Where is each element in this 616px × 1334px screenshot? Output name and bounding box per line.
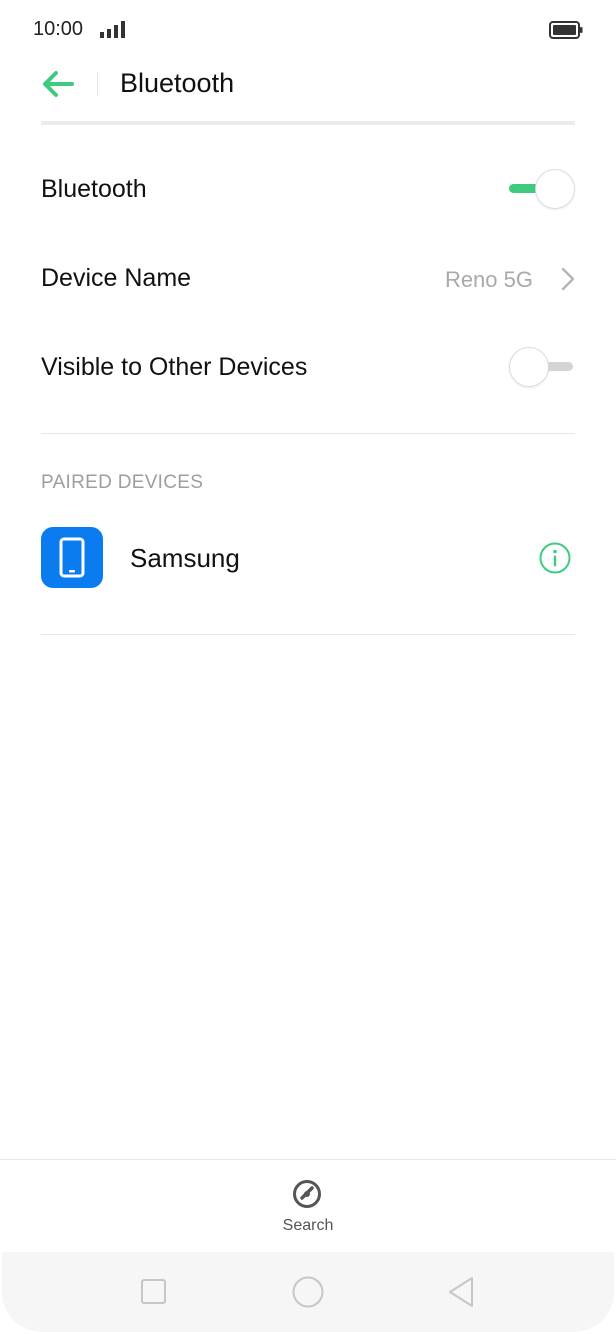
chevron-right-icon	[561, 267, 575, 291]
bluetooth-toggle[interactable]	[509, 169, 575, 209]
triangle-back-icon	[449, 1277, 473, 1307]
recents-button[interactable]	[136, 1274, 172, 1310]
device-name-label: Device Name	[41, 264, 192, 292]
bluetooth-toggle-row[interactable]: Bluetooth	[0, 149, 616, 229]
visibility-toggle-row[interactable]: Visible to Other Devices	[0, 327, 616, 407]
device-info-button[interactable]	[538, 541, 572, 575]
smartphone-icon	[41, 527, 103, 588]
status-bar: 10:00	[0, 0, 616, 60]
visibility-toggle[interactable]	[509, 347, 575, 387]
section-divider	[41, 433, 575, 434]
toggle-knob	[535, 169, 575, 209]
battery-icon	[549, 21, 583, 39]
search-button[interactable]: Search	[258, 1176, 358, 1244]
arrow-left-icon	[43, 71, 74, 97]
nav-back-button[interactable]	[444, 1274, 480, 1310]
square-icon	[141, 1279, 166, 1304]
page-title: Bluetooth	[120, 68, 235, 98]
signal-icon	[100, 21, 125, 38]
device-name-value: Reno 5G	[444, 267, 533, 292]
back-button[interactable]	[40, 68, 80, 100]
paired-device-row[interactable]: Samsung	[0, 515, 616, 601]
circle-icon	[292, 1276, 324, 1308]
toggle-knob	[509, 347, 549, 387]
search-label: Search	[282, 1217, 334, 1234]
paired-device-name: Samsung	[130, 543, 240, 573]
system-nav-bar	[2, 1252, 614, 1332]
bottom-bar-divider	[0, 1159, 616, 1160]
paired-devices-header: PAIRED DEVICES	[41, 472, 204, 493]
visibility-label: Visible to Other Devices	[41, 353, 308, 381]
app-bar: Bluetooth	[0, 60, 616, 120]
search-icon	[293, 1180, 321, 1208]
header-divider	[41, 121, 575, 125]
home-button[interactable]	[290, 1274, 326, 1310]
info-icon	[539, 542, 571, 574]
app-bar-divider	[97, 72, 98, 96]
section-divider	[41, 634, 575, 635]
bluetooth-label: Bluetooth	[41, 175, 147, 203]
device-name-row[interactable]: Device Name Reno 5G	[0, 238, 616, 318]
status-time: 10:00	[33, 18, 84, 40]
